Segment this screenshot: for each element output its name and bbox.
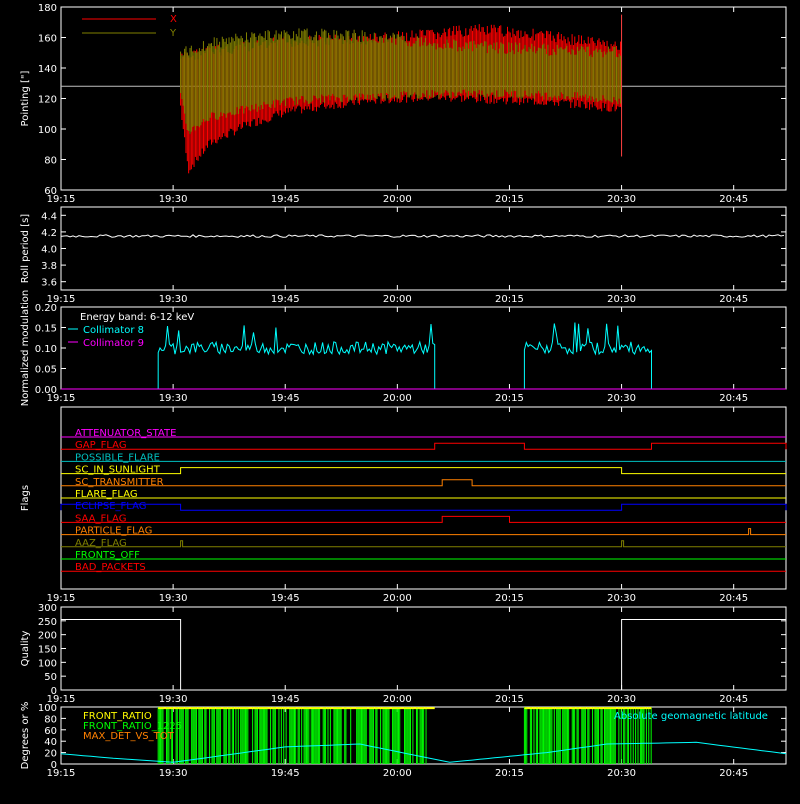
y-tick-label: 0.15: [35, 324, 57, 335]
y-axis-label: Degrees or %: [20, 702, 31, 770]
y-tick-label: 0.20: [35, 303, 57, 314]
y-tick-label: 120: [38, 95, 57, 106]
hessi-quicklook-figure: 19:15 19:30 19:45 20:00 20:15 20:30 20:45 60 80 1…: [0, 0, 800, 800]
flag-label: BAD_PACKETS: [75, 562, 146, 573]
x-tick-label: 19:45: [271, 393, 300, 404]
flag-label: SC_TRANSMITTER: [75, 477, 164, 488]
x-tick-label: 20:30: [607, 194, 636, 205]
y-tick-label: 0: [51, 686, 57, 697]
x-tick-label: 20:45: [719, 593, 748, 604]
y-tick-label: 20: [44, 749, 57, 760]
x-tick-label: 19:30: [159, 694, 188, 705]
x-tick-label: 20:00: [383, 768, 412, 779]
y-tick-label: 0: [51, 760, 57, 771]
flag-label: ATTENUATOR_STATE: [75, 428, 176, 439]
x-tick-label: 20:45: [719, 294, 748, 305]
x-tick-label: 20:45: [719, 194, 748, 205]
y-axis-label: Quality: [20, 631, 31, 667]
x-tick-label: 20:00: [383, 194, 412, 205]
x-tick-label: 19:45: [271, 768, 300, 779]
flag-label: FLARE_FLAG: [75, 489, 138, 500]
x-tick-label: 20:15: [495, 694, 524, 705]
flag-label: FRONTS_OFF: [75, 550, 140, 561]
y-tick-label: 3.8: [41, 261, 57, 272]
x-tick-label: 20:15: [495, 393, 524, 404]
flag-label: PARTICLE_FLAG: [75, 526, 152, 537]
legend-label: MAX_DET_VS_TOT: [83, 731, 175, 742]
x-tick-label: 20:45: [719, 694, 748, 705]
x-tick-label: 19:45: [271, 194, 300, 205]
x-tick-label: 19:30: [159, 194, 188, 205]
y-axis-label: Flags: [20, 485, 31, 511]
flag-label: SAA_FLAG: [75, 513, 126, 524]
y-tick-label: 0.00: [35, 385, 57, 396]
x-tick-label: 20:15: [495, 294, 524, 305]
y-tick-label: 0.05: [35, 365, 57, 376]
flag-label: SC_IN_SUNLIGHT: [75, 465, 161, 476]
y-tick-label: 4.0: [41, 245, 57, 256]
x-tick-label: 20:45: [719, 393, 748, 404]
x-tick-label: 20:30: [607, 694, 636, 705]
y-axis-label: Normalized modulation: [20, 290, 31, 407]
y-tick-label: 180: [38, 3, 57, 14]
x-tick-label: 20:30: [607, 393, 636, 404]
legend-label: Y: [169, 28, 177, 39]
legend-label: Collimator 9: [83, 338, 144, 349]
y-tick-label: 60: [44, 186, 57, 197]
y-tick-label: 300: [38, 603, 57, 614]
y-axis-label: Pointing ["]: [20, 70, 31, 126]
x-tick-label: 20:00: [383, 294, 412, 305]
flag-label: AAZ_FLAG: [75, 538, 127, 549]
flag-label: ECLIPSE_FLAG: [75, 501, 146, 512]
y-tick-label: 100: [38, 125, 57, 136]
legend-header: Energy band: 6-12 keV: [80, 312, 194, 323]
y-tick-label: 3.6: [41, 278, 57, 289]
x-tick-label: 19:30: [159, 593, 188, 604]
flag-label: POSSIBLE_FLARE: [75, 452, 160, 463]
y-tick-label: 80: [44, 714, 57, 725]
y-axis-label: Roll period [s]: [20, 214, 31, 283]
flag-label: GAP_FLAG: [75, 440, 127, 451]
y-tick-label: 160: [38, 34, 57, 45]
x-tick-label: 19:45: [271, 294, 300, 305]
x-tick-label: 20:30: [607, 593, 636, 604]
y-tick-label: 140: [38, 64, 57, 75]
x-tick-label: 19:30: [159, 393, 188, 404]
x-tick-label: 19:45: [271, 593, 300, 604]
x-tick-label: 20:00: [383, 393, 412, 404]
x-tick-label: 20:00: [383, 593, 412, 604]
legend-label: Collimator 8: [83, 325, 144, 336]
y-tick-label: 100: [38, 658, 57, 669]
y-tick-label: 4.2: [41, 228, 57, 239]
y-tick-label: 80: [44, 156, 57, 167]
y-tick-label: 0.10: [35, 344, 57, 355]
x-tick-label: 20:15: [495, 194, 524, 205]
y-tick-label: 100: [38, 703, 57, 714]
x-tick-label: 20:30: [607, 768, 636, 779]
y-tick-label: 4.4: [41, 211, 57, 222]
x-tick-label: 20:30: [607, 294, 636, 305]
x-tick-label: 19:30: [159, 768, 188, 779]
quicklook-canvas: 19:15 19:30 19:45 20:00 20:15 20:30 20:4560801…: [0, 0, 800, 800]
x-tick-label: 20:45: [719, 768, 748, 779]
y-tick-label: 150: [38, 645, 57, 656]
legend-label: Absolute geomagnetic latitude: [614, 711, 768, 722]
legend-label: X: [170, 14, 177, 25]
y-tick-label: 50: [44, 672, 57, 683]
x-tick-label: 19:45: [271, 694, 300, 705]
x-tick-label: 20:15: [495, 593, 524, 604]
y-tick-label: 60: [44, 726, 57, 737]
x-tick-label: 19:30: [159, 294, 188, 305]
x-tick-label: 20:00: [383, 694, 412, 705]
y-tick-label: 200: [38, 631, 57, 642]
y-tick-label: 40: [44, 737, 57, 748]
y-tick-label: 250: [38, 617, 57, 628]
x-tick-label: 20:15: [495, 768, 524, 779]
